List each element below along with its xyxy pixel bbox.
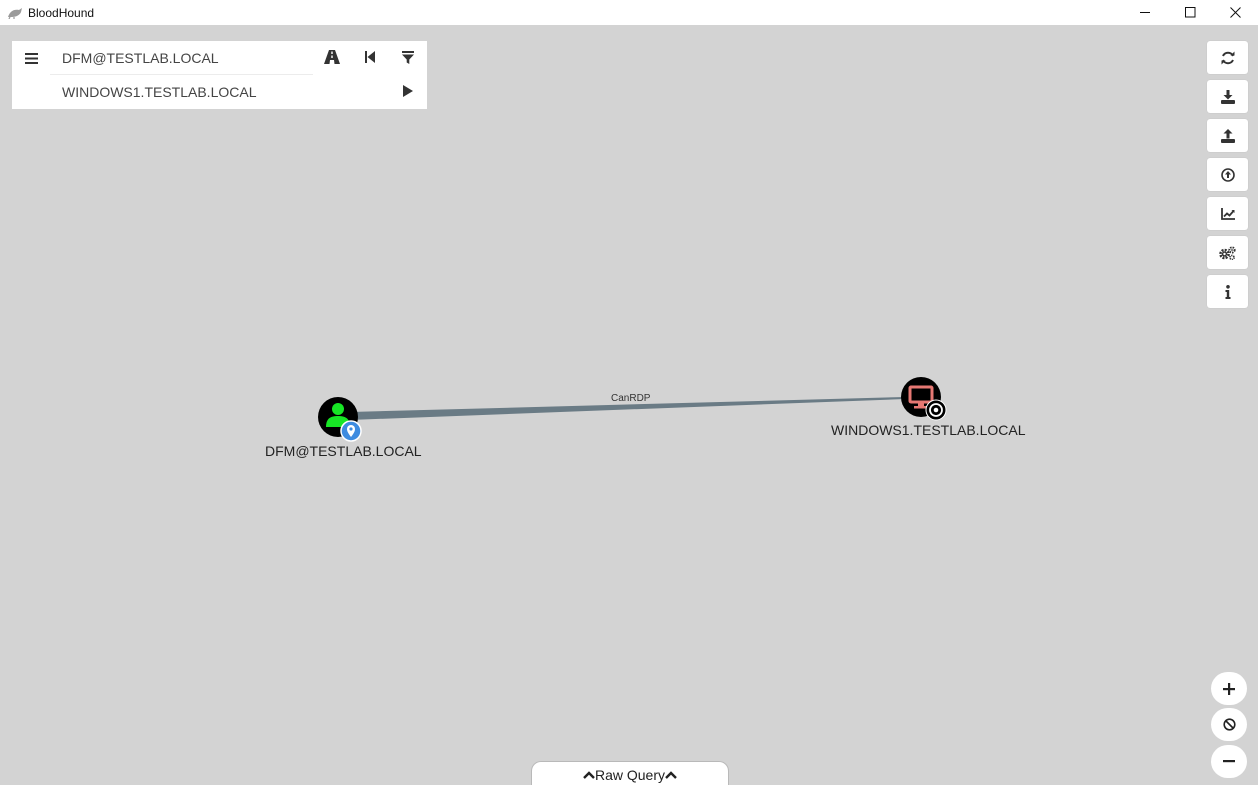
export-button[interactable] <box>1207 80 1248 113</box>
computer-node-windows1[interactable] <box>901 377 947 421</box>
menu-button[interactable] <box>12 41 50 75</box>
chevron-up-icon <box>583 770 595 779</box>
refresh-icon <box>1221 51 1234 64</box>
title-bar: BloodHound <box>0 0 1258 25</box>
graph-canvas[interactable]: CanRDP DFM@TESTLAB.LOCAL WINDOWS1.TESTLA… <box>0 25 1258 785</box>
chevron-up-icon <box>665 770 677 779</box>
raw-query-toggle[interactable]: Raw Query <box>531 761 729 785</box>
upload-data-button[interactable] <box>1207 158 1248 191</box>
minimize-icon <box>1140 12 1150 13</box>
zoom-out-button[interactable] <box>1211 745 1247 778</box>
close-button[interactable] <box>1213 0 1258 25</box>
graph-svg <box>318 377 947 442</box>
refresh-button[interactable] <box>1207 41 1248 74</box>
bloodhound-logo-icon <box>7 6 23 20</box>
edge-label-canrdp: CanRDP <box>611 393 651 404</box>
reset-zoom-button[interactable] <box>1211 708 1247 741</box>
user-node-dfm[interactable] <box>318 397 362 442</box>
about-button[interactable] <box>1207 275 1248 308</box>
target-icon <box>925 399 947 421</box>
chart-icon <box>1220 207 1235 220</box>
close-icon <box>1230 7 1241 18</box>
zoom-out-icon <box>1223 760 1235 763</box>
zoom-in-button[interactable] <box>1211 672 1247 705</box>
node-label-windows1: WINDOWS1.TESTLAB.LOCAL <box>831 422 1026 438</box>
find-path-button[interactable] <box>389 75 427 107</box>
node-label-dfm: DFM@TESTLAB.LOCAL <box>265 443 422 459</box>
target-node-search-input[interactable] <box>50 75 313 109</box>
settings-icon <box>1219 245 1236 260</box>
settings-button[interactable] <box>1207 236 1248 269</box>
filter-button[interactable] <box>389 41 427 73</box>
back-button[interactable] <box>351 41 389 73</box>
back-icon <box>365 51 375 63</box>
minimize-button[interactable] <box>1123 0 1168 25</box>
raw-query-label: Raw Query <box>594 766 666 783</box>
database-info-button[interactable] <box>1207 197 1248 230</box>
start-node-search-input[interactable] <box>50 41 313 75</box>
maximize-button[interactable] <box>1168 0 1213 25</box>
info-icon <box>1225 284 1230 299</box>
zoom-in-icon <box>1223 682 1235 695</box>
filter-icon <box>402 50 414 64</box>
window-controls <box>1123 0 1258 25</box>
owned-marker-icon <box>340 420 362 442</box>
play-icon <box>403 85 413 97</box>
menu-icon <box>24 52 38 64</box>
pathfinding-icon <box>324 50 340 64</box>
reset-icon <box>1222 718 1236 731</box>
window-title: BloodHound <box>28 5 95 20</box>
search-panel <box>12 41 427 109</box>
export-icon <box>1220 89 1235 104</box>
import-button[interactable] <box>1207 119 1248 152</box>
upload-icon <box>1220 167 1235 182</box>
maximize-icon <box>1185 7 1196 18</box>
pathfinding-button[interactable] <box>313 41 351 73</box>
import-icon <box>1220 128 1235 143</box>
right-toolbar <box>1207 41 1248 314</box>
